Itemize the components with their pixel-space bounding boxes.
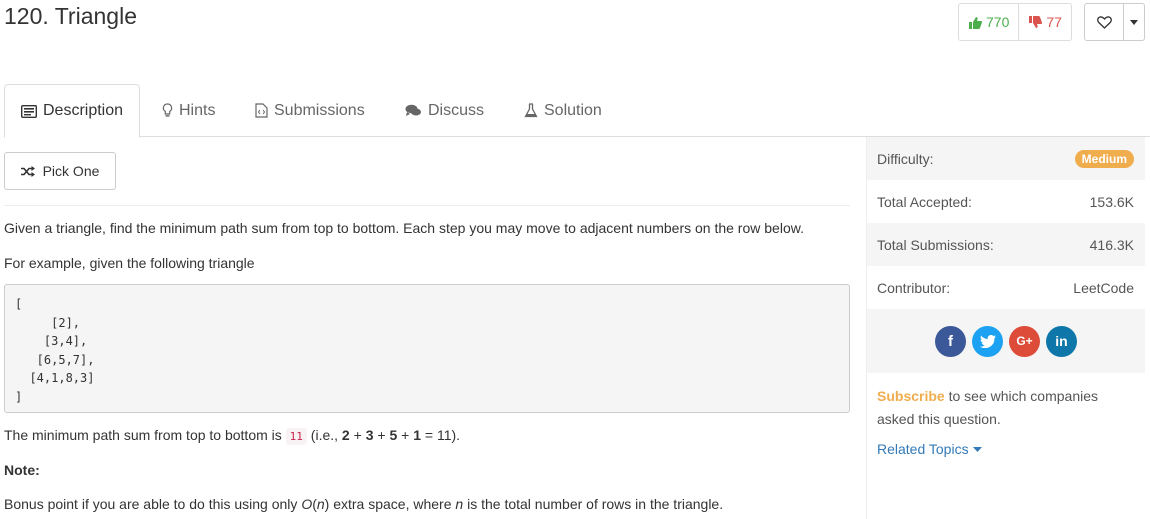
google-plus-glyph: G+ xyxy=(1016,334,1033,348)
difficulty-label: Difficulty: xyxy=(877,150,934,167)
pick-one-button[interactable]: Pick One xyxy=(4,152,116,190)
submissions-row: Total Submissions: 416.3K xyxy=(867,223,1145,266)
note-text-part: ) extra space, where xyxy=(324,496,456,512)
flask-icon xyxy=(524,103,538,118)
description-icon xyxy=(21,104,37,118)
subscribe-link[interactable]: Subscribe xyxy=(877,388,945,404)
inline-code: 11 xyxy=(285,428,307,445)
pick-one-label: Pick One xyxy=(42,163,100,179)
contributor-value: LeetCode xyxy=(1073,279,1134,296)
explanation-text: + xyxy=(397,427,414,443)
downvote-button[interactable]: 77 xyxy=(1018,4,1071,40)
explanation-text: (i.e., xyxy=(306,427,342,443)
explanation-text: = 11). xyxy=(421,427,461,443)
accepted-row: Total Accepted: 153.6K xyxy=(867,180,1145,223)
contributor-label: Contributor: xyxy=(877,279,951,296)
note-text: Bonus point if you are able to do this u… xyxy=(4,496,850,512)
explanation-text: + xyxy=(349,427,366,443)
tab-label: Solution xyxy=(544,101,602,119)
thumbs-up-icon xyxy=(969,16,982,29)
social-share-bar: f G+ in xyxy=(867,309,1145,373)
tab-label: Discuss xyxy=(428,101,485,119)
tab-submissions[interactable]: Submissions xyxy=(255,84,365,137)
favorite-group xyxy=(1084,3,1145,41)
contributor-row: Contributor: LeetCode xyxy=(867,266,1145,309)
page-title: 120. Triangle xyxy=(4,3,137,29)
heart-icon xyxy=(1096,15,1112,29)
shuffle-icon xyxy=(20,165,35,177)
twitter-icon[interactable] xyxy=(972,325,1003,357)
note-text-part: Bonus point if you are able to do this u… xyxy=(4,496,302,512)
facebook-glyph: f xyxy=(948,332,953,350)
tab-bar: Description Hints Submissions Discuss So… xyxy=(4,84,1150,138)
facebook-icon[interactable]: f xyxy=(935,325,966,357)
tab-label: Description xyxy=(43,102,124,119)
tab-label: Submissions xyxy=(274,101,365,119)
tab-label: Hints xyxy=(179,101,216,119)
note-heading: Note: xyxy=(4,462,40,478)
upvote-count: 770 xyxy=(986,14,1010,30)
divider xyxy=(4,205,850,206)
tab-hints[interactable]: Hints xyxy=(162,84,215,137)
accepted-label: Total Accepted: xyxy=(877,193,972,210)
submissions-label: Total Submissions: xyxy=(877,236,994,253)
linkedin-icon[interactable]: in xyxy=(1046,325,1077,357)
thumbs-down-icon xyxy=(1029,15,1043,28)
complexity-o: O xyxy=(301,496,313,512)
related-topics-dropdown[interactable]: Related Topics xyxy=(877,441,982,457)
note-text-part: is the total number of rows in the trian… xyxy=(463,496,724,512)
google-plus-icon[interactable]: G+ xyxy=(1009,325,1040,357)
submissions-value: 416.3K xyxy=(1089,236,1134,253)
chat-bubbles-icon xyxy=(405,104,421,116)
downvote-count: 77 xyxy=(1046,14,1062,30)
caret-down-icon xyxy=(972,446,982,452)
linkedin-glyph: in xyxy=(1055,333,1068,349)
vote-group: 770 77 xyxy=(958,3,1072,41)
complexity-n: n xyxy=(316,496,325,512)
caret-down-icon xyxy=(1130,19,1138,25)
explanation-text: + xyxy=(373,427,390,443)
lightbulb-icon xyxy=(162,103,173,117)
tab-discuss[interactable]: Discuss xyxy=(405,84,484,137)
tab-solution[interactable]: Solution xyxy=(524,84,602,137)
path-number: 2 xyxy=(341,427,350,443)
accepted-value: 153.6K xyxy=(1089,193,1134,210)
problem-sidebar: Difficulty: Medium Total Accepted: 153.6… xyxy=(866,137,1145,519)
example-explanation: The minimum path sum from top to bottom … xyxy=(4,427,850,445)
code-file-icon xyxy=(255,103,268,118)
path-number: 1 xyxy=(413,427,422,443)
related-topics-label: Related Topics xyxy=(877,441,969,457)
tab-description[interactable]: Description xyxy=(4,84,141,138)
twitter-bird-icon xyxy=(979,334,996,348)
explanation-text: The minimum path sum from top to bottom … xyxy=(4,427,286,443)
example-code-block: [ [2], [3,4], [6,5,7], [4,1,8,3] ] xyxy=(4,284,850,413)
upvote-button[interactable]: 770 xyxy=(959,4,1018,40)
favorite-dropdown-button[interactable] xyxy=(1123,4,1144,40)
difficulty-badge: Medium xyxy=(1074,149,1134,168)
favorite-button[interactable] xyxy=(1085,4,1123,40)
example-intro: For example, given the following triangl… xyxy=(4,255,255,271)
difficulty-row: Difficulty: Medium xyxy=(867,137,1145,180)
problem-statement: Given a triangle, find the minimum path … xyxy=(4,220,804,236)
subscribe-notice: Subscribe to see which companies asked t… xyxy=(877,385,1137,431)
